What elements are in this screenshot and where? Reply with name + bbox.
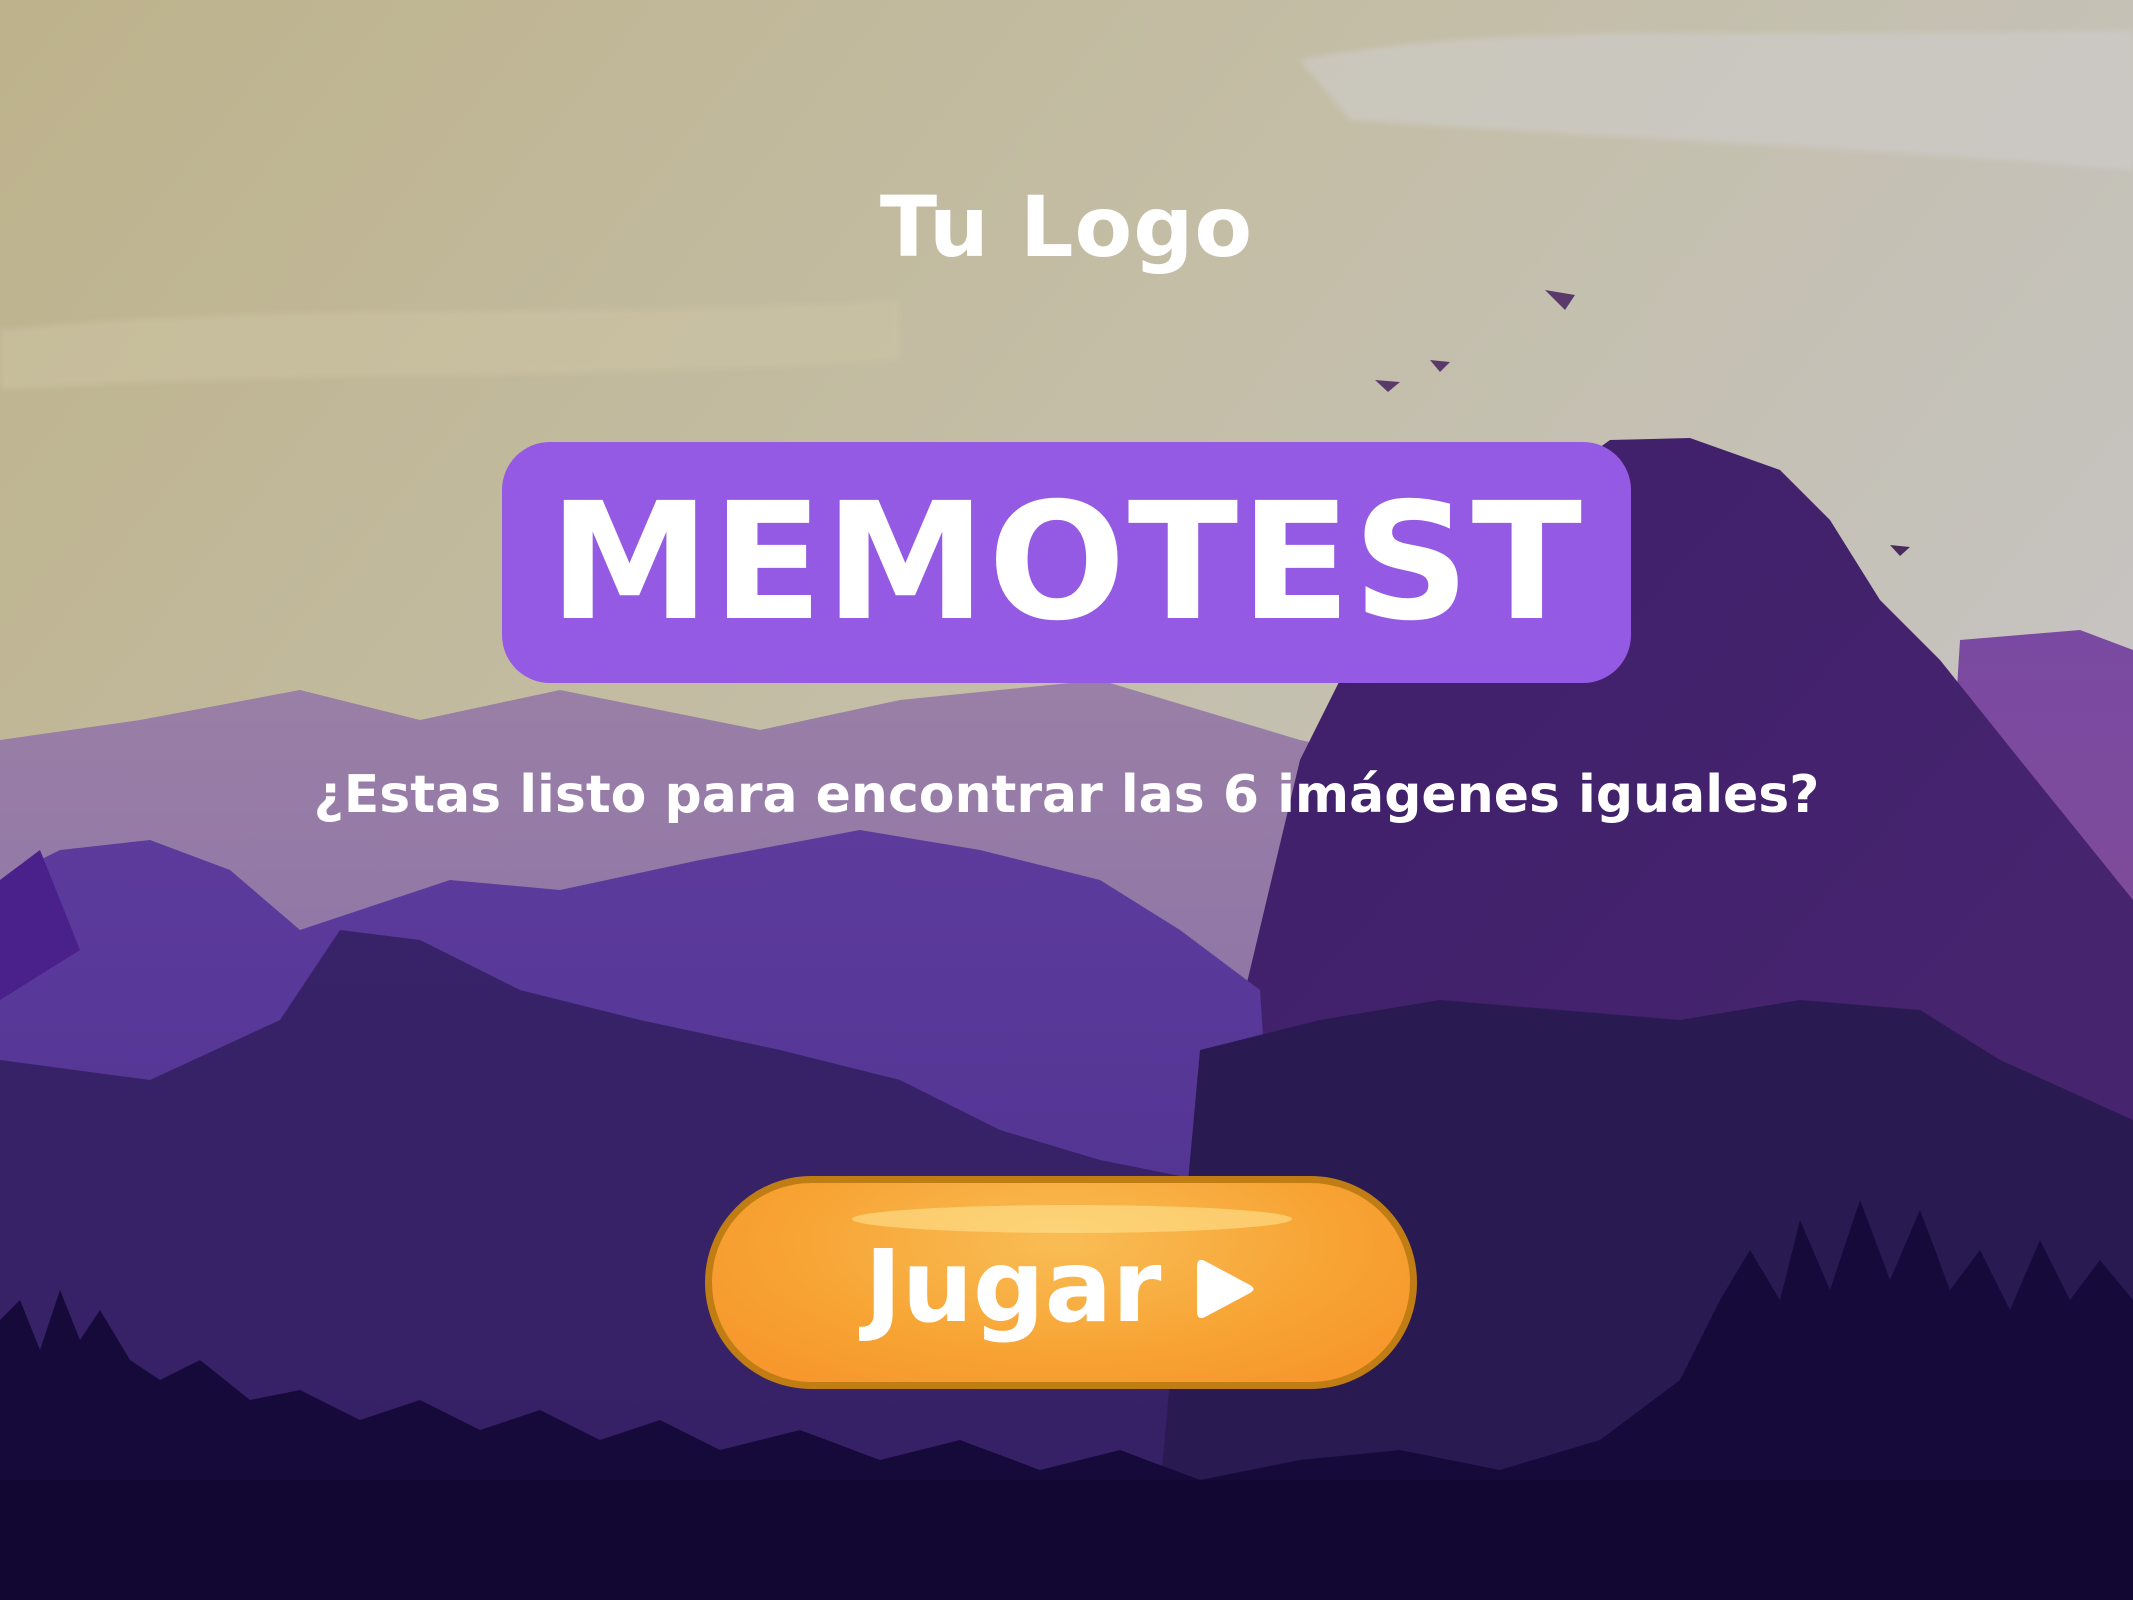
play-icon <box>1197 1259 1254 1318</box>
title-badge: MEMOTEST <box>502 442 1631 683</box>
logo-text: Tu Logo <box>879 178 1254 276</box>
subtitle-question: ¿Estas listo para encontrar las 6 imágen… <box>313 765 1820 825</box>
play-button-label: Jugar <box>864 1227 1162 1345</box>
game-title: MEMOTEST <box>548 468 1585 657</box>
play-button[interactable]: Jugar <box>705 1176 1417 1389</box>
